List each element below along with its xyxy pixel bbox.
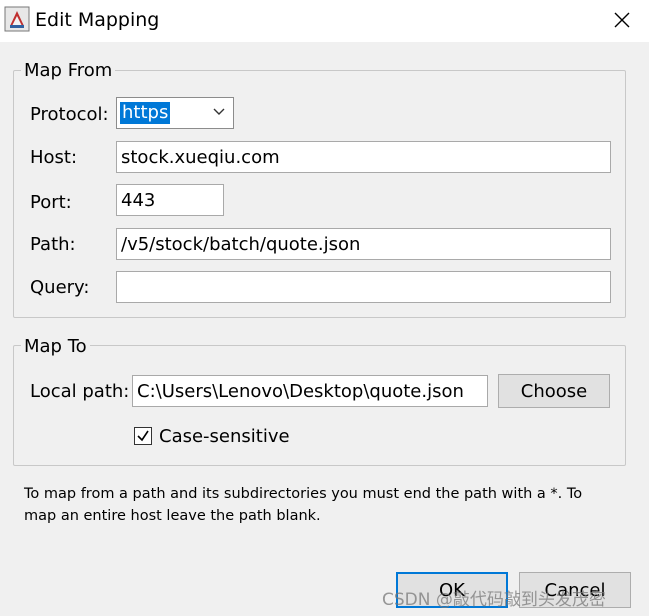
case-sensitive-label: Case-sensitive (159, 426, 290, 447)
mapping-help-text: To map from a path and its subdirectorie… (24, 486, 583, 524)
chevron-down-icon (213, 108, 225, 115)
protocol-label: Protocol: (30, 104, 109, 125)
port-input[interactable] (116, 184, 224, 216)
protocol-select[interactable]: https (116, 97, 234, 129)
query-label: Query: (30, 277, 90, 298)
port-label: Port: (30, 192, 72, 213)
protocol-selected-value: https (120, 102, 171, 124)
path-input[interactable] (116, 228, 611, 260)
csdn-watermark: CSDN @敲代码敲到头发茂密 (382, 590, 606, 610)
edit-mapping-dialog: Edit Mapping Map From Protocol: https Ho… (0, 0, 649, 616)
choose-button[interactable]: Choose (498, 374, 610, 408)
window-title: Edit Mapping (35, 9, 160, 31)
map-to-legend: Map To (21, 336, 90, 357)
host-input[interactable] (116, 141, 611, 173)
checkmark-icon (137, 430, 149, 442)
case-sensitive-checkbox[interactable] (134, 427, 152, 445)
query-input[interactable] (116, 271, 611, 303)
local-path-label: Local path: (30, 381, 130, 402)
close-button[interactable] (606, 6, 638, 34)
host-label: Host: (30, 147, 78, 168)
java-cup-icon (4, 6, 30, 32)
map-from-legend: Map From (21, 60, 116, 81)
title-bar: Edit Mapping (0, 0, 649, 42)
local-path-input[interactable] (132, 375, 488, 407)
path-label: Path: (30, 234, 76, 255)
close-icon (614, 12, 630, 28)
